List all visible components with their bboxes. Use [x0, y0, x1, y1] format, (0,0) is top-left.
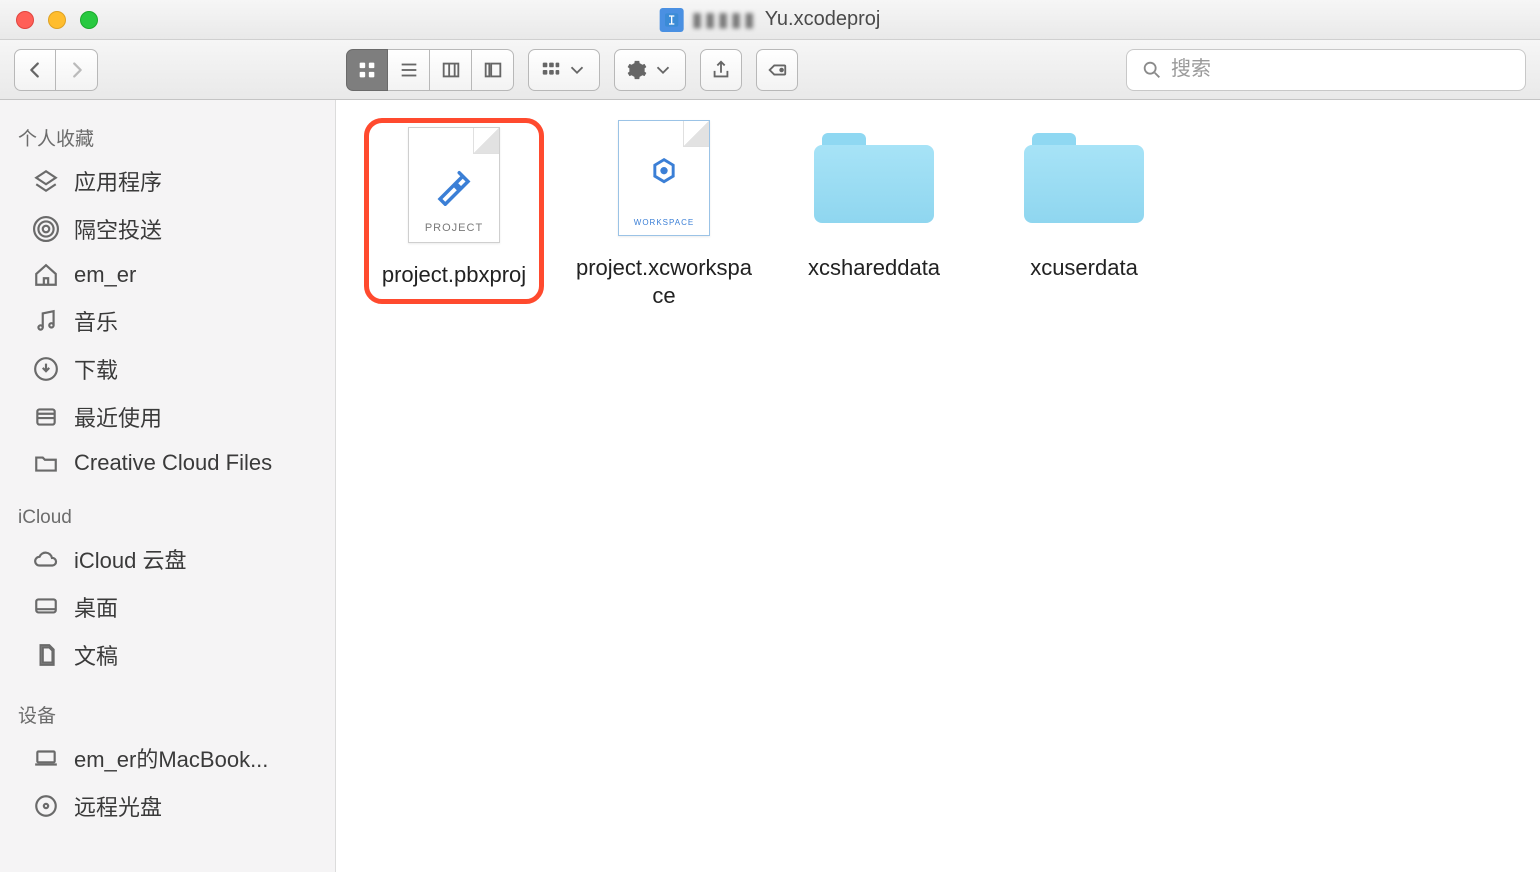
sidebar-section-icloud: iCloud	[0, 501, 335, 535]
forward-button[interactable]	[56, 49, 98, 91]
window-title: ▮▮▮▮▮ Yu.xcodeproj	[660, 7, 881, 32]
sidebar-item-label: 隔空投送	[74, 213, 162, 245]
cloud-icon	[32, 545, 60, 573]
sidebar-item-label: iCloud 云盘	[74, 543, 186, 575]
titlebar: ▮▮▮▮▮ Yu.xcodeproj	[0, 0, 1540, 40]
workspace-icon	[642, 156, 686, 200]
traffic-lights	[0, 11, 98, 29]
recents-icon	[32, 403, 60, 431]
gallery-view-button[interactable]	[472, 49, 514, 91]
search-icon	[1141, 59, 1163, 81]
applications-icon	[32, 167, 60, 195]
view-mode-group	[346, 49, 514, 91]
hammer-icon	[433, 164, 475, 206]
finder-window: ▮▮▮▮▮ Yu.xcodeproj	[0, 0, 1540, 872]
window-title-obscured: ▮▮▮▮▮	[692, 7, 757, 32]
laptop-icon	[32, 744, 60, 772]
home-icon	[32, 261, 60, 289]
downloads-icon	[32, 355, 60, 383]
sidebar-item-creative-cloud[interactable]: Creative Cloud Files	[0, 441, 335, 485]
xcodeproj-icon	[660, 8, 684, 32]
sidebar-item-label: 应用程序	[74, 165, 162, 197]
file-item-project-pbxproj[interactable]: PROJECT project.pbxproj	[364, 118, 544, 304]
share-button[interactable]	[700, 49, 742, 91]
sidebar-item-label: em_er的MacBook...	[74, 742, 268, 774]
sidebar-item-label: Creative Cloud Files	[74, 450, 272, 476]
tags-button[interactable]	[756, 49, 798, 91]
folder-icon	[1024, 118, 1144, 238]
file-label: xcshareddata	[808, 254, 940, 282]
sidebar-item-recents[interactable]: 最近使用	[0, 393, 335, 441]
documents-icon	[32, 641, 60, 669]
sidebar-item-downloads[interactable]: 下载	[0, 345, 335, 393]
back-button[interactable]	[14, 49, 56, 91]
folder-icon	[814, 118, 934, 238]
sidebar-item-label: 桌面	[74, 591, 118, 623]
search-box[interactable]	[1126, 49, 1526, 91]
column-view-button[interactable]	[430, 49, 472, 91]
file-icon: WORKSPACE	[604, 118, 724, 238]
sidebar-item-label: em_er	[74, 262, 136, 288]
sidebar-item-label: 远程光盘	[74, 790, 162, 822]
disc-icon	[32, 792, 60, 820]
file-item-project-xcworkspace[interactable]: WORKSPACE project.xcworkspace	[574, 118, 754, 309]
music-icon	[32, 307, 60, 335]
file-label: xcuserdata	[1030, 254, 1138, 282]
action-button[interactable]	[614, 49, 686, 91]
sidebar-item-label: 最近使用	[74, 401, 162, 433]
sidebar-section-devices: 设备	[0, 695, 335, 734]
sidebar-item-airdrop[interactable]: 隔空投送	[0, 205, 335, 253]
sidebar-item-icloud-drive[interactable]: iCloud 云盘	[0, 535, 335, 583]
icon-view-button[interactable]	[346, 49, 388, 91]
search-input[interactable]	[1171, 58, 1511, 81]
sidebar-item-label: 文稿	[74, 639, 118, 671]
close-button[interactable]	[16, 11, 34, 29]
sidebar-item-music[interactable]: 音乐	[0, 297, 335, 345]
sidebar-item-documents[interactable]: 文稿	[0, 631, 335, 679]
body: 个人收藏 应用程序 隔空投送 em_er 音乐 下载	[0, 100, 1540, 872]
file-item-xcshareddata[interactable]: xcshareddata	[784, 118, 964, 282]
airdrop-icon	[32, 215, 60, 243]
sidebar: 个人收藏 应用程序 隔空投送 em_er 音乐 下载	[0, 100, 336, 872]
file-label: project.xcworkspace	[574, 254, 754, 309]
sidebar-item-macbook[interactable]: em_er的MacBook...	[0, 734, 335, 782]
sidebar-item-label: 音乐	[74, 305, 118, 337]
sidebar-item-label: 下载	[74, 353, 118, 385]
list-view-button[interactable]	[388, 49, 430, 91]
file-item-xcuserdata[interactable]: xcuserdata	[994, 118, 1174, 282]
arrange-button[interactable]	[528, 49, 600, 91]
maximize-button[interactable]	[80, 11, 98, 29]
sidebar-item-home[interactable]: em_er	[0, 253, 335, 297]
sidebar-item-applications[interactable]: 应用程序	[0, 157, 335, 205]
desktop-icon	[32, 593, 60, 621]
file-label: project.pbxproj	[382, 261, 526, 289]
sidebar-section-favorites: 个人收藏	[0, 118, 335, 157]
toolbar	[0, 40, 1540, 100]
file-icon-caption: WORKSPACE	[634, 218, 694, 227]
folder-icon	[32, 449, 60, 477]
sidebar-item-remote-disc[interactable]: 远程光盘	[0, 782, 335, 830]
sidebar-item-desktop[interactable]: 桌面	[0, 583, 335, 631]
nav-group	[14, 49, 98, 91]
window-title-text: Yu.xcodeproj	[765, 8, 881, 31]
minimize-button[interactable]	[48, 11, 66, 29]
file-icon: PROJECT	[394, 125, 514, 245]
file-icon-caption: PROJECT	[425, 222, 483, 234]
file-browser[interactable]: PROJECT project.pbxproj WORKSPACE	[336, 100, 1540, 872]
